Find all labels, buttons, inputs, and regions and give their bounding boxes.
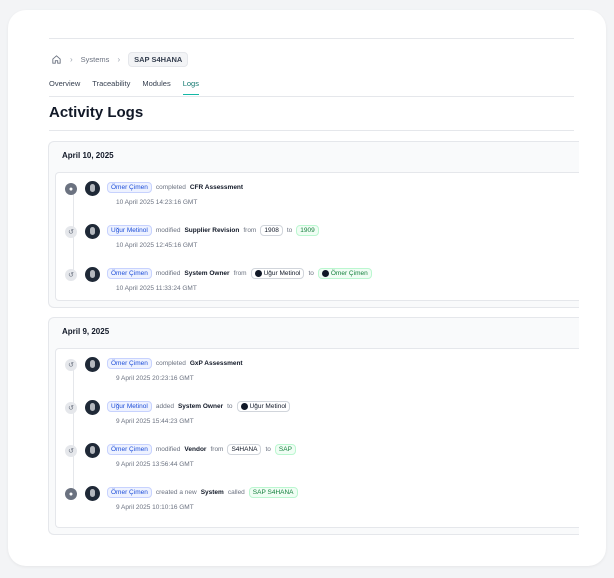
- entry-text: Uğur Metinol added System Owner to Uğur …: [107, 401, 291, 413]
- action-text: modified: [155, 446, 181, 453]
- timestamp: 9 April 2025 15:44:23 GMT: [116, 418, 194, 425]
- group-body: ↺ Ömer Çimen completed GxP Assessment 9 …: [55, 348, 579, 528]
- to-label: to: [227, 403, 233, 411]
- log-entry: ↺ Ömer Çimen completed GxP Assessment 9 …: [65, 356, 565, 390]
- avatar: [85, 486, 100, 501]
- group-body: ● Ömer Çimen completed CFR Assessment 10…: [55, 172, 579, 301]
- to-label: to: [265, 446, 271, 453]
- object-text: GxP Assessment: [189, 360, 243, 367]
- dot-icon: ●: [65, 183, 77, 195]
- object-text: Vendor: [184, 446, 207, 453]
- dot-icon: ●: [65, 488, 77, 500]
- action-text: added: [155, 403, 174, 411]
- main-card: › Systems › SAP S4HANA Overview Traceabi…: [8, 10, 606, 566]
- log-group: April 10, 2025 ● Ömer Çimen completed CF…: [48, 141, 579, 308]
- timestamp: 9 April 2025 10:10:16 GMT: [116, 504, 194, 511]
- history-icon: ↺: [65, 359, 77, 371]
- from-label: from: [243, 227, 257, 234]
- log-entry: ↺ Uğur Metinol modified Supplier Revisio…: [65, 223, 565, 257]
- user-chip[interactable]: Uğur Metinol: [107, 225, 152, 236]
- breadcrumb-systems[interactable]: Systems: [81, 55, 110, 64]
- user-chip[interactable]: Uğur Metinol: [107, 401, 152, 413]
- history-icon: ↺: [65, 226, 77, 238]
- called-label: called: [227, 489, 245, 496]
- entry-text: Uğur Metinol modified Supplier Revision …: [107, 225, 319, 236]
- log-entry: ● Ömer Çimen created a new System called…: [65, 485, 565, 519]
- new-value-chip: SAP: [274, 444, 296, 455]
- timestamp: 10 April 2025 11:33:24 GMT: [116, 285, 197, 292]
- title-divider: [49, 130, 574, 131]
- timestamp: 10 April 2025 12:45:16 GMT: [116, 242, 198, 249]
- entry-text: Ömer Çimen modified Vendor from S4HANA t…: [107, 444, 296, 455]
- object-text: System Owner: [184, 270, 230, 278]
- avatar: [85, 400, 100, 415]
- avatar: [85, 443, 100, 458]
- history-icon: ↺: [65, 269, 77, 281]
- log-entry: ↺ Ömer Çimen modified Vendor from S4HANA…: [65, 442, 565, 476]
- mini-avatar: [254, 270, 262, 277]
- avatar: [85, 357, 100, 372]
- avatar: [85, 267, 100, 282]
- timestamp: 9 April 2025 13:56:44 GMT: [116, 461, 194, 468]
- history-icon: ↺: [65, 402, 77, 414]
- timestamp: 9 April 2025 20:23:16 GMT: [116, 375, 194, 382]
- entry-text: Ömer Çimen modified System Owner from Uğ…: [107, 268, 372, 280]
- user-chip[interactable]: Ömer Çimen: [107, 182, 152, 193]
- log-entry: ● Ömer Çimen completed CFR Assessment 10…: [65, 180, 565, 214]
- user-chip[interactable]: Ömer Çimen: [107, 487, 152, 498]
- old-owner-name: Uğur Metinol: [263, 270, 301, 278]
- system-name-chip[interactable]: SAP S4HANA: [248, 487, 298, 498]
- chevron-right-icon: ›: [117, 54, 121, 64]
- owner-name: Uğur Metinol: [249, 403, 287, 411]
- tab-modules[interactable]: Modules: [142, 76, 170, 95]
- action-text: modified: [155, 227, 181, 234]
- entry-text: Ömer Çimen completed GxP Assessment: [107, 358, 243, 369]
- tab-traceability[interactable]: Traceability: [92, 76, 130, 95]
- entry-text: Ömer Çimen completed CFR Assessment: [107, 182, 243, 193]
- tab-logs[interactable]: Logs: [182, 76, 199, 95]
- to-label: to: [308, 270, 314, 278]
- group-date: April 9, 2025: [62, 327, 110, 336]
- old-value-chip: S4HANA: [227, 444, 262, 455]
- avatar: [85, 181, 100, 196]
- timestamp: 10 April 2025 14:23:16 GMT: [116, 199, 198, 206]
- action-text: modified: [155, 270, 181, 278]
- user-chip[interactable]: Ömer Çimen: [107, 358, 152, 369]
- breadcrumb: › Systems › SAP S4HANA: [50, 51, 189, 67]
- log-entry: ↺ Ömer Çimen modified System Owner from …: [65, 266, 565, 300]
- chevron-right-icon: ›: [70, 54, 73, 64]
- from-label: from: [210, 446, 224, 453]
- new-owner-name: Ömer Çimen: [330, 270, 368, 278]
- avatar: [85, 224, 100, 239]
- mini-avatar: [240, 403, 248, 410]
- old-owner-chip[interactable]: Uğur Metinol: [250, 268, 305, 280]
- history-icon: ↺: [65, 445, 77, 457]
- from-label: from: [233, 270, 247, 278]
- log-group: April 9, 2025 ↺ Ömer Çimen completed GxP…: [48, 317, 579, 535]
- breadcrumb-current: SAP S4HANA: [128, 51, 189, 67]
- top-divider: [49, 38, 574, 39]
- log-entry: ↺ Uğur Metinol added System Owner to Uğu…: [65, 399, 565, 433]
- entry-text: Ömer Çimen created a new System called S…: [107, 487, 298, 498]
- mini-avatar: [321, 270, 329, 277]
- object-text: Supplier Revision: [184, 227, 240, 234]
- tab-bar: Overview Traceability Modules Logs: [49, 76, 574, 97]
- action-text: completed: [155, 360, 186, 367]
- user-chip[interactable]: Ömer Çimen: [107, 444, 152, 455]
- group-date: April 10, 2025: [62, 151, 114, 160]
- object-text: CFR Assessment: [189, 184, 244, 191]
- new-owner-chip[interactable]: Ömer Çimen: [317, 268, 372, 280]
- new-value-chip: 1909: [296, 225, 319, 236]
- to-label: to: [286, 227, 293, 234]
- owner-chip[interactable]: Uğur Metinol: [236, 401, 291, 413]
- action-text: completed: [155, 184, 186, 191]
- action-text: created a new: [155, 489, 197, 496]
- old-value-chip: 1908: [260, 225, 283, 236]
- tab-overview[interactable]: Overview: [49, 76, 80, 95]
- object-text: System Owner: [177, 403, 224, 411]
- home-icon[interactable]: [50, 53, 62, 65]
- object-text: System: [200, 489, 224, 496]
- page-title: Activity Logs: [49, 104, 144, 121]
- user-chip[interactable]: Ömer Çimen: [107, 268, 152, 280]
